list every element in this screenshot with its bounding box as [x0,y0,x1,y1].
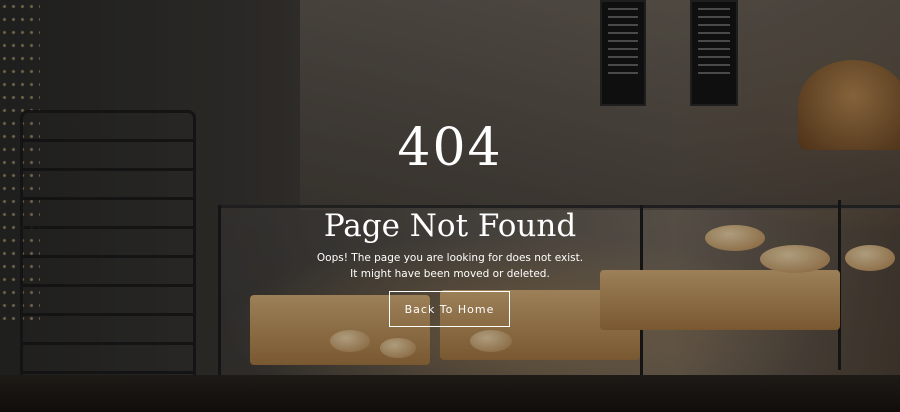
error-message-line-2: It might have been moved or deleted. [350,268,550,280]
error-message-line-1: Oops! The page you are looking for does … [316,252,584,264]
hero-section: 404 Page Not Found Oops! The page you ar… [0,0,900,412]
back-to-home-button[interactable]: Back To Home [389,291,510,327]
error-code: 404 [397,118,503,178]
page-title: Page Not Found [323,208,577,244]
error-content: 404 Page Not Found Oops! The page you ar… [0,0,900,412]
